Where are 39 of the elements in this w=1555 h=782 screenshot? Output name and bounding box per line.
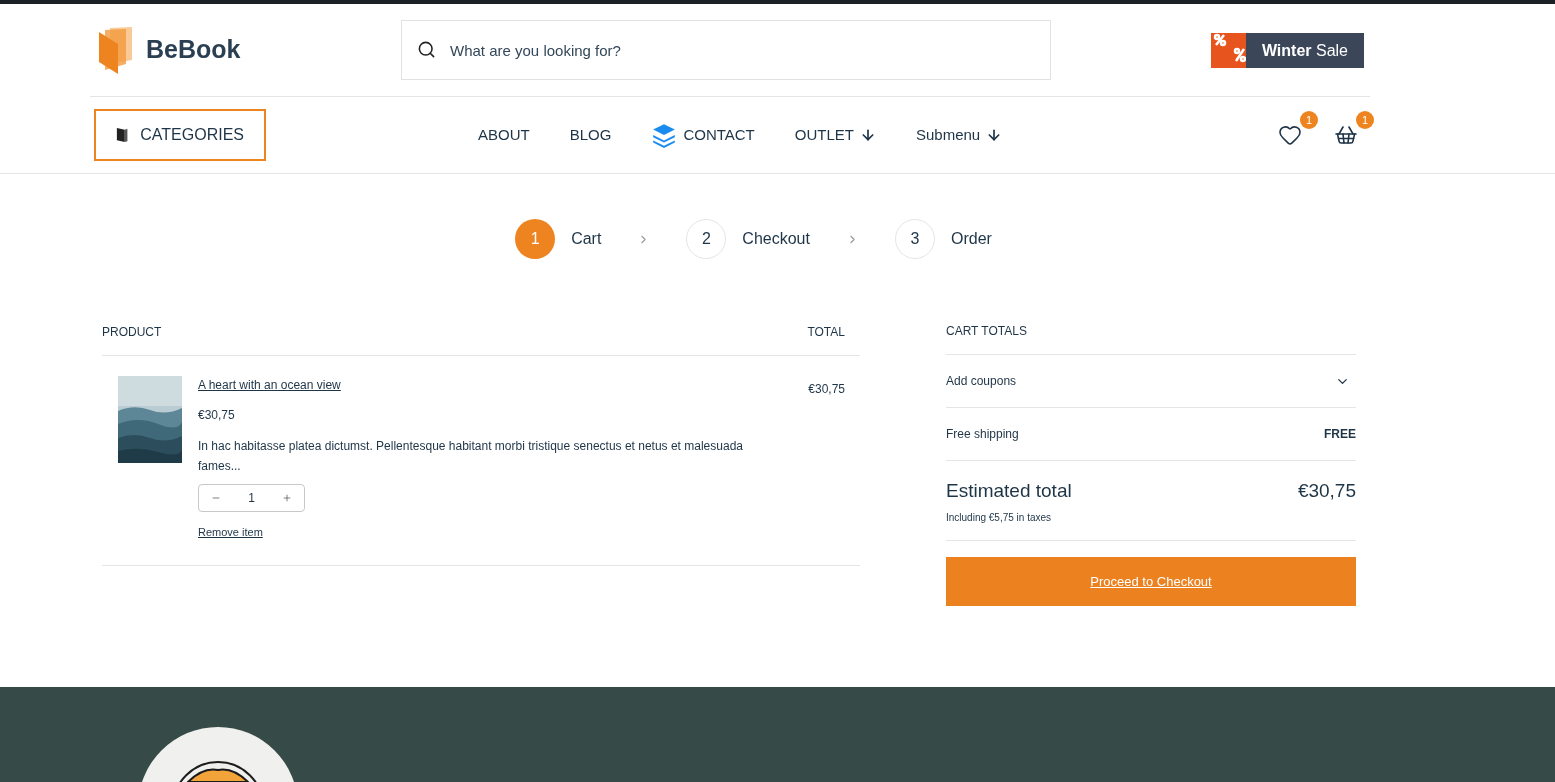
step-number: 1 [515,219,556,259]
product-description: In hac habitasse platea dictumst. Pellentesque habitant morbi tristique senectus et netus et malesuada fames... [198,438,744,475]
search-icon [417,40,436,59]
tax-note: Including €5,75 in taxes [946,510,1053,525]
product-price: €30,75 [198,407,235,424]
product-link[interactable]: A heart with an ocean view [198,376,341,394]
book-icon [116,126,129,144]
line-total: €30,75 [808,381,845,398]
remove-link[interactable]: Remove item [198,524,263,541]
categories-button[interactable]: CATEGORIES [94,109,266,161]
quantity-value: 1 [248,490,255,507]
estimated-total-label: Estimated total [946,479,1072,503]
search-field[interactable]: What are you looking for? [401,20,1051,80]
shipping-label: Free shipping [946,426,1019,443]
basket-icon[interactable] [1334,123,1358,147]
quantity-stepper[interactable]: 1 [198,484,305,512]
logo-icon [98,26,134,74]
step-label: Cart [571,229,602,249]
estimated-total-value: €30,75 [1297,479,1356,503]
step-label: Order [950,229,992,249]
wishlist-count: 1 [1300,111,1318,129]
nav-link[interactable]: Submenu [915,123,1003,147]
logo-text: BeBook [146,34,241,66]
wishlist-icon[interactable] [1278,123,1302,147]
nav-link[interactable]: CONTACT [651,122,755,148]
column-header: TOTAL [807,323,845,341]
cart-count: 1 [1356,111,1374,129]
coupons-toggle[interactable]: Add coupons [946,355,1356,408]
shipping-value: FREE [1324,426,1356,443]
step-label: Checkout [742,229,810,249]
nav-link[interactable]: BLOG [569,123,612,147]
layers-icon [651,122,678,148]
column-header: PRODUCT [102,323,162,341]
nav-link[interactable]: ABOUT [478,123,530,147]
nav-link[interactable]: OUTLET [794,123,876,147]
promo-banner[interactable]: Winter Sale [1210,32,1364,68]
promo-text: Winter Sale [1245,32,1364,68]
section-title: CART TOTALS [946,323,1027,340]
plus-icon[interactable] [282,493,292,503]
